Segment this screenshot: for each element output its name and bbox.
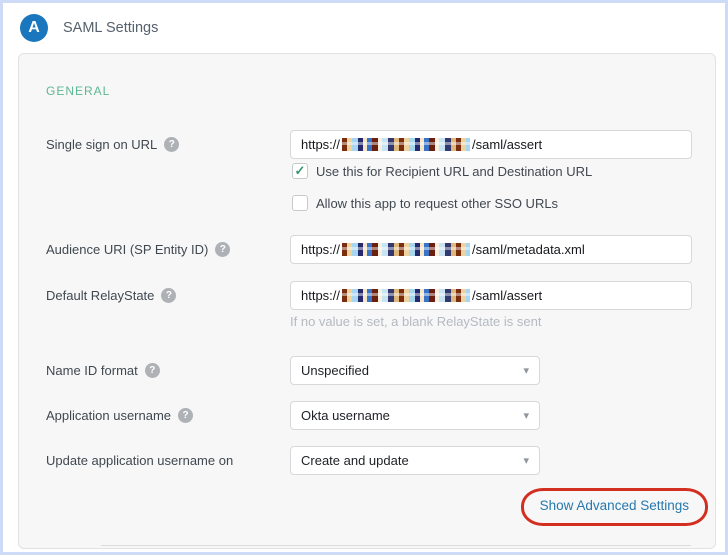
relay-state-label: Default RelayState: [46, 288, 154, 303]
saml-settings-screen: A SAML Settings GENERAL Single sign on U…: [0, 0, 728, 555]
chevron-down-icon: ▾: [523, 409, 529, 422]
redacted-host-blur: [342, 289, 470, 302]
red-annotation-circle: Show Advanced Settings: [521, 488, 708, 526]
name-id-format-label: Name ID format: [46, 363, 138, 378]
help-icon[interactable]: ?: [178, 408, 193, 423]
chevron-down-icon: ▾: [523, 364, 529, 377]
saml-settings-panel: GENERAL Single sign on URL ? https:// /sa…: [18, 53, 716, 549]
help-icon[interactable]: ?: [145, 363, 160, 378]
recipient-url-checkbox[interactable]: ✓: [292, 163, 308, 179]
show-advanced-settings-link[interactable]: Show Advanced Settings: [540, 498, 689, 513]
relay-state-helper-text: If no value is set, a blank RelayState i…: [290, 314, 692, 329]
other-sso-checkbox-row: Allow this app to request other SSO URLs: [292, 195, 692, 211]
bottom-divider: [101, 545, 691, 546]
redacted-host-blur: [342, 243, 470, 256]
url-suffix: /saml/assert: [472, 288, 542, 303]
sso-url-row: Single sign on URL ? https:// /saml/asser…: [46, 130, 692, 159]
check-icon: ✓: [295, 163, 306, 179]
name-id-format-label-group: Name ID format ?: [46, 363, 290, 378]
url-suffix: /saml/metadata.xml: [472, 242, 585, 257]
url-suffix: /saml/assert: [472, 137, 542, 152]
audience-uri-input[interactable]: https:// /saml/metadata.xml: [290, 235, 692, 264]
section-title-general: GENERAL: [46, 84, 692, 98]
audience-uri-label: Audience URI (SP Entity ID): [46, 242, 208, 257]
panel-header: A SAML Settings: [3, 3, 725, 53]
name-id-format-select[interactable]: Unspecified ▾: [290, 356, 540, 385]
update-username-row: Update application username on Create an…: [46, 446, 692, 475]
audience-uri-row: Audience URI (SP Entity ID) ? https:// /s…: [46, 235, 692, 264]
application-username-label: Application username: [46, 408, 171, 423]
application-username-row: Application username ? Okta username ▾: [46, 401, 692, 430]
page-title: SAML Settings: [63, 20, 158, 36]
relay-state-label-group: Default RelayState ?: [46, 288, 290, 303]
update-username-label-group: Update application username on: [46, 453, 290, 468]
update-username-label: Update application username on: [46, 453, 233, 468]
step-a-badge: A: [20, 14, 48, 42]
sso-url-label: Single sign on URL: [46, 137, 157, 152]
recipient-url-checkbox-label: Use this for Recipient URL and Destinati…: [316, 164, 592, 179]
select-value: Unspecified: [301, 363, 523, 378]
url-prefix: https://: [301, 242, 340, 257]
sso-url-input[interactable]: https:// /saml/assert: [290, 130, 692, 159]
application-username-select[interactable]: Okta username ▾: [290, 401, 540, 430]
relay-state-row: Default RelayState ? https:// /saml/asser…: [46, 281, 692, 310]
other-sso-checkbox-label: Allow this app to request other SSO URLs: [316, 196, 558, 211]
url-prefix: https://: [301, 288, 340, 303]
application-username-label-group: Application username ?: [46, 408, 290, 423]
help-icon[interactable]: ?: [164, 137, 179, 152]
update-username-select[interactable]: Create and update ▾: [290, 446, 540, 475]
chevron-down-icon: ▾: [523, 454, 529, 467]
name-id-format-row: Name ID format ? Unspecified ▾: [46, 356, 692, 385]
sso-url-label-group: Single sign on URL ?: [46, 137, 290, 152]
redacted-host-blur: [342, 138, 470, 151]
help-icon[interactable]: ?: [161, 288, 176, 303]
relay-state-input[interactable]: https:// /saml/assert: [290, 281, 692, 310]
select-value: Okta username: [301, 408, 523, 423]
audience-uri-label-group: Audience URI (SP Entity ID) ?: [46, 242, 290, 257]
select-value: Create and update: [301, 453, 523, 468]
other-sso-checkbox[interactable]: [292, 195, 308, 211]
advanced-settings-row: Show Advanced Settings: [46, 488, 708, 526]
url-prefix: https://: [301, 137, 340, 152]
help-icon[interactable]: ?: [215, 242, 230, 257]
recipient-url-checkbox-row: ✓ Use this for Recipient URL and Destina…: [292, 163, 692, 179]
